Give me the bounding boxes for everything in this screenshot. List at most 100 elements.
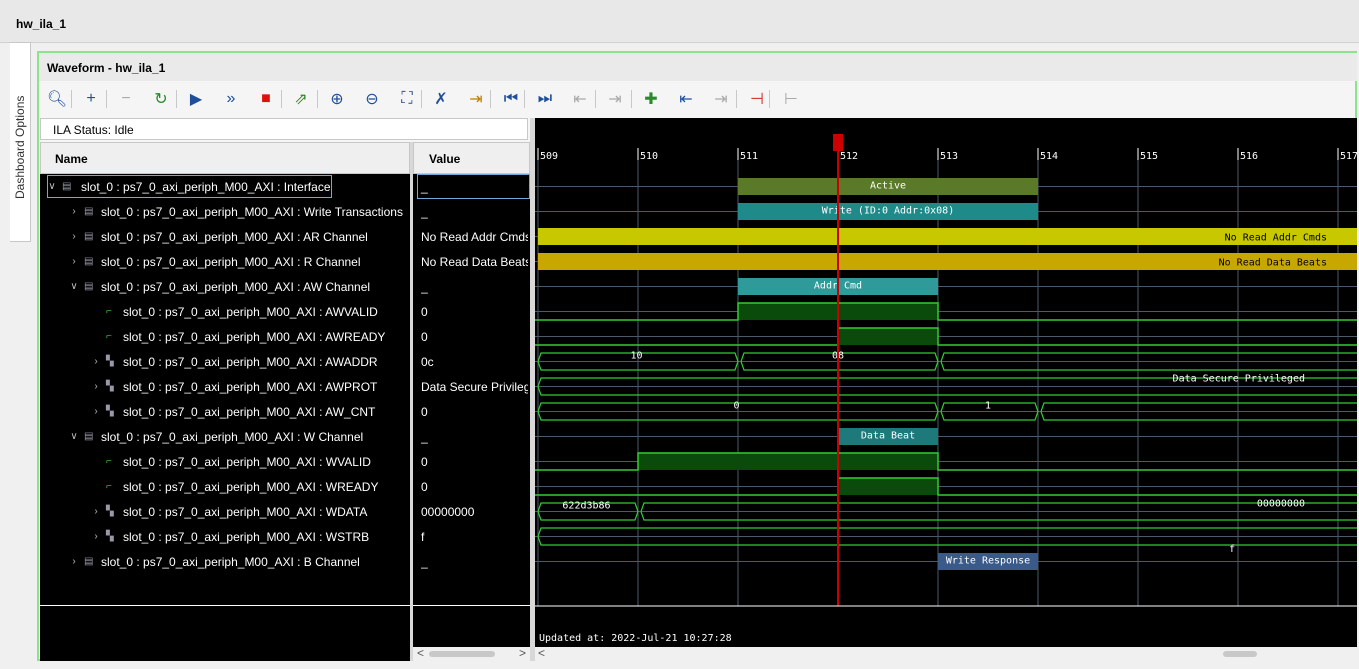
add-marker-button[interactable]: ✚ [639,86,663,112]
cursor-button[interactable]: ✗ [429,86,453,112]
signal-row[interactable]: › ▚ slot_0 : ps7_0_axi_periph_M00_AXI : WS… [90,524,369,549]
export-button[interactable]: ⇗ [289,86,313,112]
signal-row[interactable]: › ▤ slot_0 : ps7_0_axi_periph_M00_AXI : AR… [68,224,368,249]
unlink-button[interactable]: ⊢ [779,86,803,112]
add-button[interactable]: + [79,86,103,112]
value-column-header[interactable]: Value [413,142,530,174]
vector-value-label: 00000000 [1257,499,1305,510]
waveform-viewer[interactable]: 509 510 511 512 513 514 515 516 517 Active Write (… [535,118,1357,647]
transaction-label: No Read Addr Cmds [1225,233,1327,244]
search-button[interactable]: 🔍︎ [45,86,69,112]
signal-high-fill [638,453,938,470]
toolbar-separator [631,90,632,108]
signal-row-label: slot_0 : ps7_0_axi_periph_M00_AXI : WREA… [123,479,379,494]
dashboard-options-tab[interactable]: Dashboard Options [10,42,31,242]
signal-row[interactable]: › ▚ slot_0 : ps7_0_axi_periph_M00_AXI : AW… [90,349,378,374]
expand-icon[interactable]: › [68,231,80,242]
zoom-in-button[interactable]: ⊕ [325,86,349,112]
toolbar-separator [317,90,318,108]
expand-icon[interactable]: › [90,381,102,392]
previous-marker-button[interactable]: ⇤ [674,86,698,112]
signal-row-label: slot_0 : ps7_0_axi_periph_M00_AXI : AW_C… [123,404,376,419]
toolbar-separator [281,90,282,108]
go-to-end-button[interactable]: ⏭ [533,86,557,112]
expand-icon[interactable]: › [90,531,102,542]
signal-row-value: f [421,529,425,544]
time-tick-label: 516 [1240,151,1258,162]
wave-scroll-left-icon[interactable]: < [538,646,545,660]
toolbar-separator [490,90,491,108]
value-horizontal-scrollbar[interactable]: < > [413,646,530,661]
swap-cursors-button[interactable]: ⊣ [745,86,769,112]
transaction-label: No Read Data Beats [1219,258,1327,269]
scroll-thumb[interactable] [429,651,495,657]
transaction-label: Data Beat [861,431,915,442]
signal-row[interactable]: ⌐ slot_0 : ps7_0_axi_periph_M00_AXI : WRE… [90,474,378,499]
signal-row-label: slot_0 : ps7_0_axi_periph_M00_AXI : WDAT… [123,504,368,519]
go-to-start-button[interactable]: ⏮ [499,86,523,112]
name-column-header[interactable]: Name [40,142,410,174]
signal-row-label: slot_0 : ps7_0_axi_periph_M00_AXI : Inte… [81,179,331,194]
column-splitter[interactable] [410,142,413,661]
previous-transition-button[interactable]: ⇤ [568,86,592,112]
interface-icon: ▤ [84,431,94,442]
transaction-label: Write (ID:0 Addr:0x08) [822,206,954,217]
remove-button[interactable]: − [114,86,138,112]
ila-status-box: ILA Status: Idle [40,118,528,140]
signal-row[interactable]: › ▚ slot_0 : ps7_0_axi_periph_M00_AXI : AW… [90,374,377,399]
next-transition-button[interactable]: ⇥ [603,86,627,112]
signal-row[interactable]: ∨ ▤ slot_0 : ps7_0_axi_periph_M00_AXI : In… [46,174,333,199]
signal-row-value: 0c [421,354,434,369]
go-to-cursor-button[interactable]: ⇥ [464,86,488,112]
signal-row-value: _ [421,279,428,294]
signal-row-label: slot_0 : ps7_0_axi_periph_M00_AXI : B Ch… [101,554,360,569]
expand-icon[interactable]: › [90,356,102,367]
signal-row[interactable]: ⌐ slot_0 : ps7_0_axi_periph_M00_AXI : AWV… [90,299,378,324]
auto-retrigger-button[interactable]: ↻ [149,86,173,112]
collapse-icon[interactable]: ∨ [68,281,80,292]
zoom-out-button[interactable]: ⊖ [360,86,384,112]
zoom-fit-button[interactable]: ⛶ [395,86,419,112]
expand-icon[interactable]: › [68,206,80,217]
signal-row-label: slot_0 : ps7_0_axi_periph_M00_AXI : AW C… [101,279,371,294]
toolbar-separator [769,90,770,108]
signal-row-label: slot_0 : ps7_0_axi_periph_M00_AXI : WSTR… [123,529,370,544]
vector-signal-icon: ▚ [106,356,114,367]
collapse-icon[interactable]: ∨ [46,181,58,192]
signal-row[interactable]: › ▚ slot_0 : ps7_0_axi_periph_M00_AXI : AW… [90,399,375,424]
signal-row[interactable]: ∨ ▤ slot_0 : ps7_0_axi_periph_M00_AXI : W … [68,424,363,449]
toolbar-separator [524,90,525,108]
signal-row-label: slot_0 : ps7_0_axi_periph_M00_AXI : Writ… [101,204,403,219]
stop-button[interactable]: ■ [254,86,278,112]
wave-scroll-thumb[interactable] [1223,651,1257,657]
signal-row-label: slot_0 : ps7_0_axi_periph_M00_AXI : AWAD… [123,354,378,369]
time-tick-label: 512 [840,151,858,162]
waveform-horizontal-scrollbar[interactable]: < [535,646,1357,661]
next-marker-button[interactable]: ⇥ [709,86,733,112]
expand-icon[interactable]: › [90,506,102,517]
signal-row[interactable]: ⌐ slot_0 : ps7_0_axi_periph_M00_AXI : WVA… [90,449,371,474]
signal-row-value: No Read Addr Cmds [421,229,528,244]
signal-row-label: slot_0 : ps7_0_axi_periph_M00_AXI : AWPR… [123,379,378,394]
bit-signal-icon: ⌐ [106,331,112,342]
transaction-label: Write Response [946,556,1030,567]
signal-row[interactable]: ∨ ▤ slot_0 : ps7_0_axi_periph_M00_AXI : AW… [68,274,370,299]
signal-row[interactable]: › ▤ slot_0 : ps7_0_axi_periph_M00_AXI : R … [68,249,360,274]
signal-row[interactable]: › ▤ slot_0 : ps7_0_axi_periph_M00_AXI : Wr… [68,199,403,224]
signal-row[interactable]: ⌐ slot_0 : ps7_0_axi_periph_M00_AXI : AWR… [90,324,385,349]
expand-icon[interactable]: › [68,556,80,567]
scroll-right-icon[interactable]: > [519,646,526,660]
expand-icon[interactable]: › [90,406,102,417]
signal-row-value: 0 [421,304,428,319]
signal-row[interactable]: › ▚ slot_0 : ps7_0_axi_periph_M00_AXI : WD… [90,499,367,524]
expand-icon[interactable]: › [68,256,80,267]
signal-row-label: slot_0 : ps7_0_axi_periph_M00_AXI : AWVA… [123,304,378,319]
time-tick-label: 510 [640,151,658,162]
scroll-left-icon[interactable]: < [417,646,424,660]
run-trigger-button[interactable]: ▶ [184,86,208,112]
signal-row[interactable]: › ▤ slot_0 : ps7_0_axi_periph_M00_AXI : B … [68,549,360,574]
run-immediate-button[interactable]: » [219,86,243,112]
waveform-canvas[interactable]: 509 510 511 512 513 514 515 516 517 Active Write (… [535,118,1357,647]
interface-icon: ▤ [84,256,94,267]
collapse-icon[interactable]: ∨ [68,431,80,442]
